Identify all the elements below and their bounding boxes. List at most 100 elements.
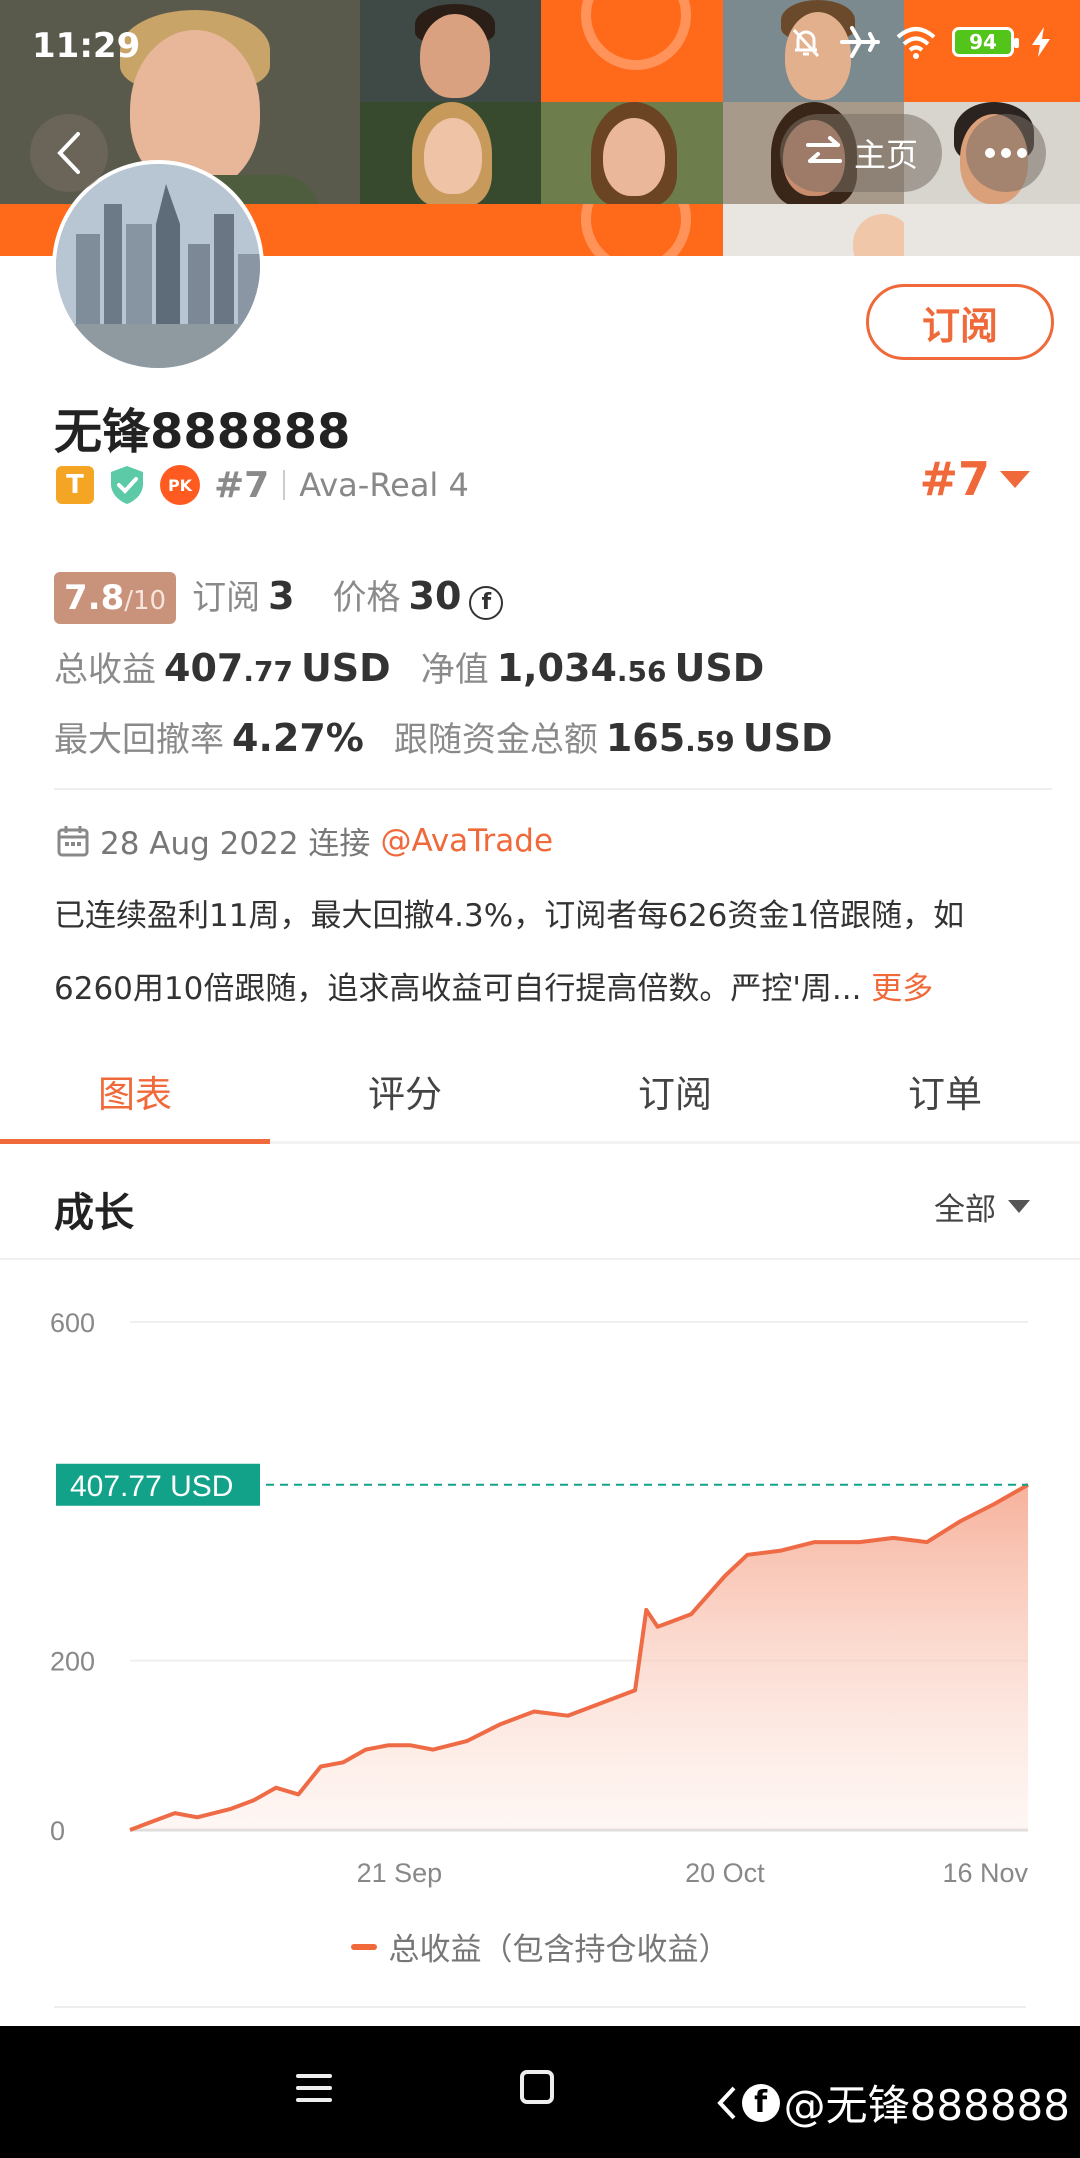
pk-fire-icon[interactable]: PK (160, 465, 200, 505)
avatar[interactable] (52, 160, 264, 372)
total-profit-int: 407 (164, 646, 244, 690)
section-divider (54, 788, 1052, 790)
subscribe-button[interactable]: 订阅 (866, 284, 1054, 360)
score-denominator: /10 (124, 586, 167, 616)
stats-row-2: 总收益 407.77 USD 净值 1,034.56 USD (54, 642, 764, 691)
equity-dec: .56 (616, 655, 667, 688)
menu-line (296, 2098, 332, 2102)
connect-date: 28 Aug 2022 连接 (100, 826, 371, 862)
equity-int: 1,034 (496, 646, 617, 690)
status-bar: 11:29 94 (0, 0, 1080, 96)
range-value: 全部 (934, 1192, 996, 1228)
banner-photo (360, 102, 541, 204)
description-text: 6260用10倍跟随，追求高收益可自行提高倍数。严控'周... (54, 971, 862, 1007)
follow-funds-dec: .59 (685, 725, 735, 758)
chart-title: 成长 (54, 1190, 134, 1236)
x-tick-label: 16 Nov (942, 1858, 1028, 1888)
home-label: 主页 (853, 136, 918, 174)
total-profit-dec: .77 (243, 655, 293, 688)
connect-info: 28 Aug 2022 连接 @AvaTrade (56, 818, 553, 863)
equity-label: 净值 (420, 650, 489, 690)
tab-subscribe[interactable]: 订阅 (540, 1040, 810, 1141)
airplane-icon (840, 26, 880, 58)
coin-icon: f (469, 585, 504, 620)
current-value-label: 407.77 USD (70, 1470, 233, 1503)
back-button[interactable] (30, 114, 108, 192)
home-nav-button[interactable] (520, 2070, 554, 2104)
price-value: 30 (408, 574, 462, 618)
more-options-button[interactable] (966, 114, 1046, 192)
badge-row: T PK #7 Ava-Real 4 (56, 462, 469, 508)
equity-currency: USD (674, 646, 765, 690)
follow-funds-currency: USD (742, 716, 833, 760)
facebook-icon: f (741, 2083, 780, 2122)
range-dropdown[interactable]: 全部 (934, 1184, 1030, 1229)
follow-funds-int: 165 (605, 716, 686, 760)
stats-row-3: 最大回撤率 4.27% 跟随资金总额 165.59 USD (54, 712, 833, 761)
legend-label: 总收益（包含持仓收益） (388, 1932, 730, 1968)
more-dot (1017, 148, 1027, 158)
username: 无锋888888 (54, 404, 351, 460)
back-nav-icon[interactable] (714, 2084, 738, 2122)
banner-pattern (541, 204, 723, 256)
tab-orders[interactable]: 订单 (810, 1040, 1080, 1141)
chart-divider (0, 1258, 1080, 1260)
banner-pattern (904, 204, 1080, 256)
tab-bar: 图表 评分 订阅 订单 (0, 1040, 1080, 1144)
status-icons: 94 (788, 24, 1052, 60)
rank-dropdown[interactable]: #7 (919, 452, 1030, 506)
score-value: 7.8 (64, 578, 125, 618)
x-tick-label: 20 Oct (685, 1858, 765, 1888)
banner-pattern (360, 204, 541, 256)
stats-row-1: 7.8/10 订阅 3 价格 30 f (54, 570, 504, 624)
tab-rating[interactable]: 评分 (270, 1040, 540, 1141)
more-link[interactable]: 更多 (871, 971, 933, 1007)
trader-badge-icon[interactable]: T (56, 466, 94, 504)
drawdown-value: 4.27% (232, 716, 364, 760)
y-tick-label: 0 (50, 1816, 65, 1846)
bottom-divider (54, 2006, 1026, 2008)
subscribe-count: 3 (268, 574, 295, 618)
charging-bolt-icon (1032, 27, 1050, 57)
follow-funds-label: 跟随资金总额 (393, 720, 598, 760)
watermark-text: @无锋888888 (783, 2081, 1070, 2130)
score-badge: 7.8/10 (54, 572, 177, 624)
strategy-description: 已连续盈利11周，最大回撤4.3%，订阅者每626资金1倍跟随，如 6260用1… (54, 880, 1044, 1026)
legend-swatch (350, 1943, 377, 1950)
mute-bell-icon (792, 28, 820, 58)
banner-pattern (723, 204, 904, 256)
description-line-2: 6260用10倍跟随，追求高收益可自行提高倍数。严控'周... 更多 (54, 953, 1044, 1026)
rank-label: #7 (214, 464, 270, 506)
more-dot (985, 148, 995, 158)
rank-value: #7 (919, 452, 990, 506)
chart-legend[interactable]: 总收益（包含持仓收益） (0, 1924, 1080, 1969)
subscribe-count-label: 订阅 (192, 578, 261, 618)
home-button[interactable]: 主页 (780, 114, 942, 192)
drawdown-label: 最大回撤率 (54, 720, 224, 760)
total-profit-currency: USD (300, 646, 391, 690)
tab-chart[interactable]: 图表 (0, 1040, 270, 1144)
verified-shield-icon[interactable] (108, 464, 146, 506)
caret-down-icon (1000, 470, 1030, 488)
menu-line (296, 2086, 332, 2090)
menu-line (296, 2074, 332, 2078)
caret-down-icon (1008, 1200, 1030, 1213)
swap-icon (805, 136, 842, 163)
growth-chart[interactable]: 407.77 USD 0 200 600 21 Sep 20 Oct 16 Nov (0, 1270, 1080, 1930)
banner-photo (541, 102, 723, 204)
more-dot (1001, 148, 1011, 158)
x-tick-label: 21 Sep (357, 1858, 443, 1888)
calendar-icon (57, 825, 89, 856)
y-tick-label: 600 (50, 1308, 95, 1338)
divider (283, 470, 286, 500)
recent-apps-button[interactable] (296, 2070, 332, 2106)
total-profit-label: 总收益 (54, 650, 156, 690)
description-line: 已连续盈利11周，最大回撤4.3%，订阅者每626资金1倍跟随，如 (54, 898, 965, 934)
chevron-left-icon (57, 132, 80, 174)
account-name: Ava-Real 4 (299, 466, 469, 504)
battery-icon: 94 (952, 27, 1019, 57)
y-tick-label: 200 (50, 1647, 95, 1677)
wifi-icon (896, 27, 936, 59)
broker-link[interactable]: @AvaTrade (380, 823, 553, 859)
watermark: f @无锋888888 (714, 2072, 1070, 2133)
